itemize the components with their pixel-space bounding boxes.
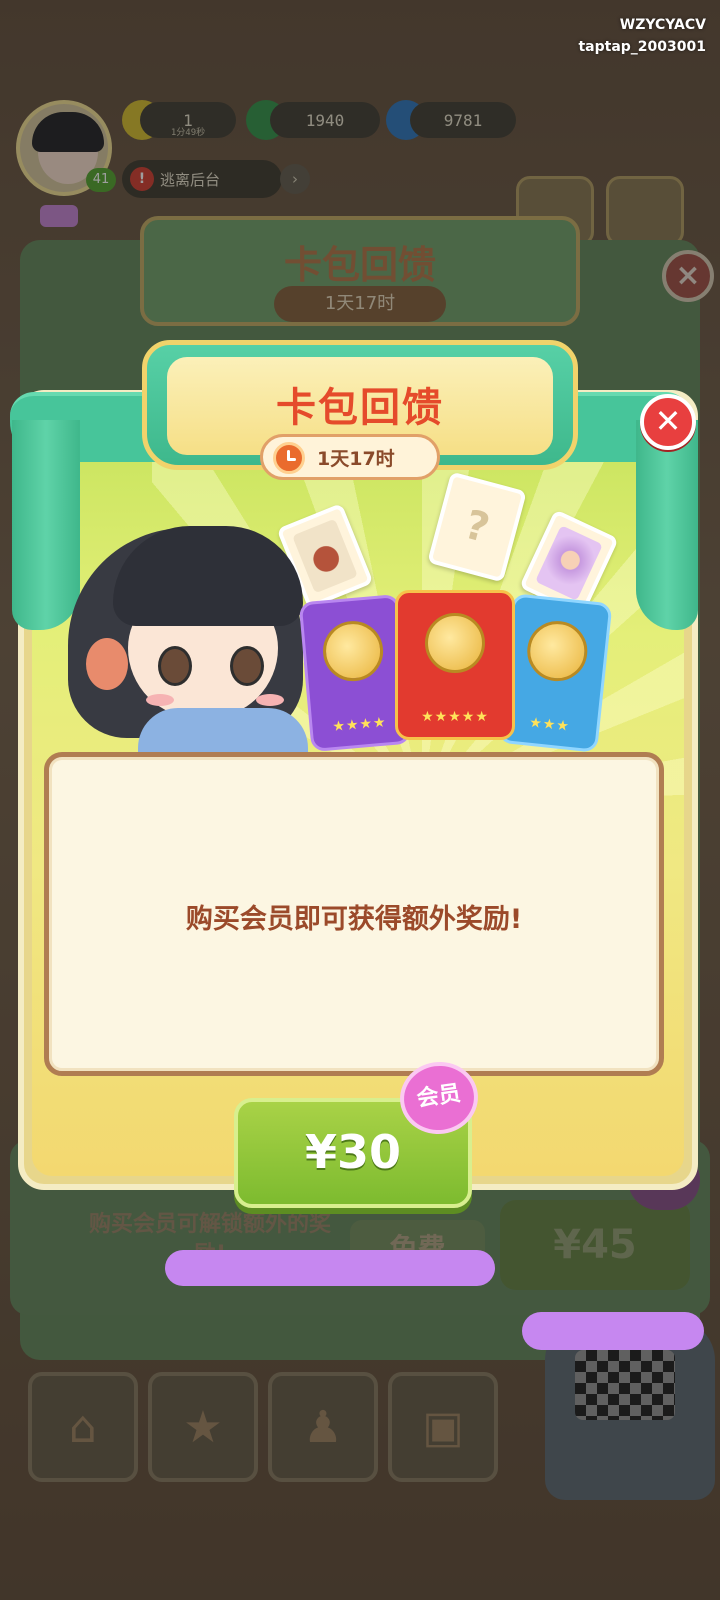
curtain-right: [636, 420, 698, 630]
character-illustration: [58, 508, 318, 768]
card-pack-red: ★★★★★: [395, 590, 515, 740]
countdown-timer: 1天17时: [260, 434, 440, 480]
golden-knot-icon: [524, 618, 591, 685]
vip-reward-message: 购买会员即可获得额外奖励!: [185, 904, 523, 935]
golden-knot-icon: [425, 613, 485, 673]
watermark-id: WZYCYACV: [619, 17, 706, 33]
popup-title: 卡包回馈: [276, 385, 444, 431]
message-box: 购买会员即可获得额外奖励!: [44, 752, 664, 1076]
close-button[interactable]: ✕: [640, 394, 696, 450]
watermark: WZYCYACV taptap_2003001: [578, 14, 706, 58]
card-pack-popup: 卡包回馈 1天17时 ✕ ? ★★★★ ★★★ ★★★★★ 购买会员即可获得额外…: [0, 0, 720, 1600]
clock-icon: [273, 442, 305, 474]
redaction-stroke: [522, 1312, 704, 1350]
timer-value: 1天17时: [317, 447, 395, 470]
watermark-channel: taptap_2003001: [578, 39, 706, 55]
redaction-stroke: [165, 1250, 495, 1286]
golden-knot-icon: [320, 618, 386, 684]
